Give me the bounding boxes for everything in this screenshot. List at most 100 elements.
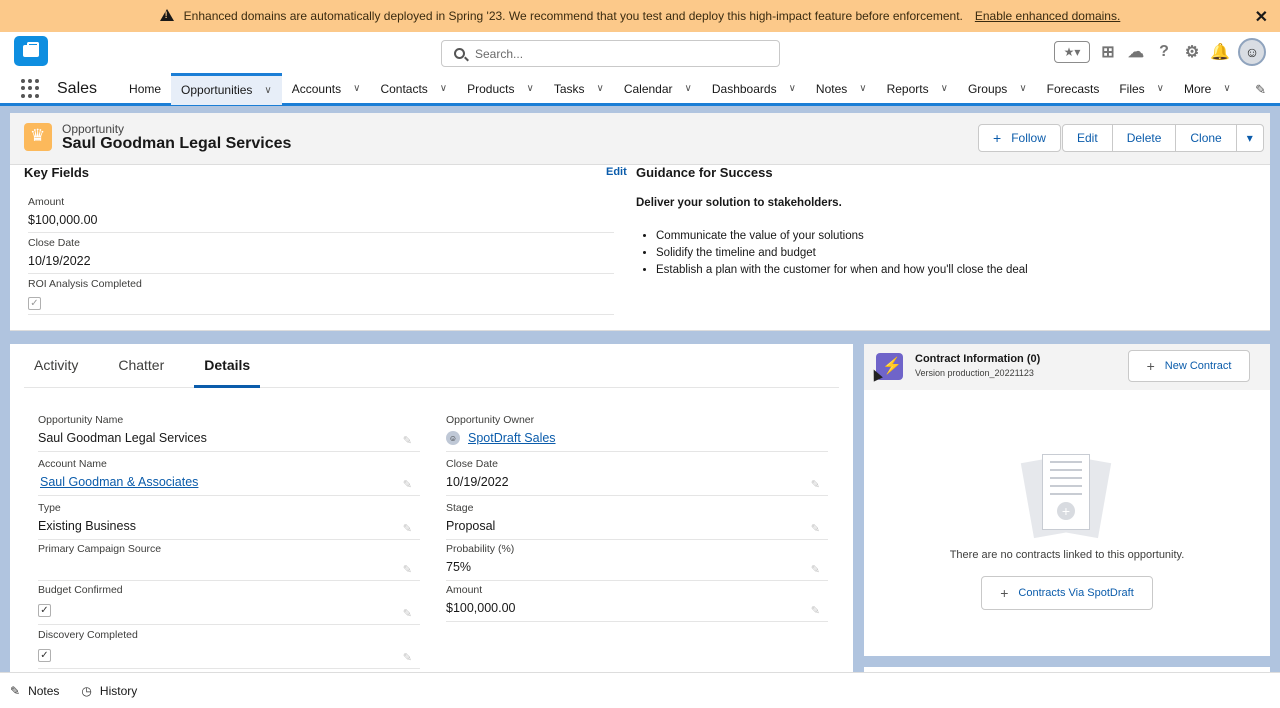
- key-fields-edit-link[interactable]: Edit: [606, 166, 627, 178]
- close-date-field: Close Date 10/19/2022 ✎: [446, 458, 828, 496]
- chevron-down-icon[interactable]: ∨: [859, 83, 866, 94]
- contract-card-version: Version production_20221123: [915, 368, 1034, 378]
- edit-pencil-icon[interactable]: ✎: [403, 522, 412, 535]
- nav-item-label: Forecasts: [1046, 81, 1100, 96]
- edit-pencil-icon[interactable]: ✎: [811, 478, 820, 491]
- edit-pencil-icon[interactable]: ✎: [403, 651, 412, 664]
- notes-icon: ✎: [10, 683, 21, 698]
- search-icon: [454, 48, 465, 59]
- nav-item-dashboards[interactable]: Dashboards ∨: [702, 73, 806, 105]
- nav-item-forecasts[interactable]: Forecasts: [1037, 73, 1110, 105]
- plus-icon: +: [993, 130, 1002, 146]
- record-tabs: Activity Chatter Details: [24, 357, 839, 388]
- history-clock-icon: ◷: [81, 683, 92, 698]
- edit-pencil-icon[interactable]: ✎: [403, 478, 412, 491]
- owner-avatar-icon: ☺: [446, 431, 460, 445]
- utility-history-button[interactable]: ◷ History: [81, 684, 137, 698]
- bell-icon[interactable]: 🔔: [1210, 42, 1230, 62]
- nav-item-reports[interactable]: Reports ∨: [877, 73, 958, 105]
- user-avatar[interactable]: ☺: [1238, 38, 1266, 66]
- follow-button[interactable]: + Follow: [978, 124, 1061, 152]
- chevron-down-icon[interactable]: ∨: [941, 83, 948, 94]
- more-actions-chevron-down-icon[interactable]: ▾: [1235, 124, 1264, 152]
- owner-link[interactable]: SpotDraft Sales: [468, 431, 556, 445]
- delete-button[interactable]: Delete: [1111, 124, 1177, 152]
- nav-item-contacts[interactable]: Contacts ∨: [370, 73, 457, 105]
- nav-item-tasks[interactable]: Tasks ∨: [544, 73, 614, 105]
- edit-nav-pencil-icon[interactable]: ✎: [1255, 82, 1266, 98]
- key-fields-title: Key Fields: [24, 165, 90, 180]
- setup-icon[interactable]: ⚙: [1182, 42, 1202, 62]
- guidance-title: Guidance for Success: [636, 165, 773, 180]
- contracts-via-spotdraft-button[interactable]: + Contracts Via SpotDraft: [981, 576, 1153, 610]
- no-contracts-message: There are no contracts linked to this op…: [949, 549, 1185, 561]
- warning-icon: [159, 9, 174, 23]
- tab-chatter[interactable]: Chatter: [108, 357, 174, 388]
- kf-amount-field: Amount $100,000.00: [28, 196, 614, 233]
- type-field: Type Existing Business ✎: [38, 502, 420, 540]
- chevron-down-icon[interactable]: ∨: [789, 83, 796, 94]
- guidance-list: Communicate the value of your solutions …: [656, 230, 1028, 281]
- banner-close-icon[interactable]: ✕: [1255, 7, 1268, 27]
- favorites-icon[interactable]: ★▾: [1054, 41, 1090, 63]
- nav-item-groups[interactable]: Groups ∨: [958, 73, 1037, 105]
- contract-card-title: Contract Information (0): [915, 353, 1041, 365]
- nav-item-notes[interactable]: Notes ∨: [806, 73, 877, 105]
- amount-field: Amount $100,000.00 ✎: [446, 584, 828, 622]
- chevron-down-icon[interactable]: ∨: [264, 85, 271, 96]
- chevron-down-icon[interactable]: ∨: [526, 83, 533, 94]
- chevron-down-icon[interactable]: ∨: [440, 83, 447, 94]
- edit-pencil-icon[interactable]: ✎: [403, 434, 412, 447]
- edit-pencil-icon[interactable]: ✎: [811, 604, 820, 617]
- nav-item-more[interactable]: More ∨: [1174, 73, 1241, 105]
- edit-pencil-icon[interactable]: ✎: [811, 563, 820, 576]
- nav-item-calendar[interactable]: Calendar ∨: [614, 73, 702, 105]
- nav-item-label: Calendar: [623, 81, 673, 96]
- chevron-down-icon[interactable]: ∨: [353, 83, 360, 94]
- guidance-subtitle: Deliver your solution to stakeholders.: [636, 197, 842, 209]
- edit-pencil-icon[interactable]: ✎: [403, 607, 412, 620]
- edit-pencil-icon[interactable]: ✎: [811, 522, 820, 535]
- global-search-input[interactable]: Search...: [441, 40, 780, 67]
- nav-item-accounts[interactable]: Accounts ∨: [282, 73, 371, 105]
- nav-item-files[interactable]: Files ∨: [1109, 73, 1174, 105]
- global-header: Search... ★▾ ⊞ ☁ ? ⚙ 🔔 ☺: [0, 32, 1280, 74]
- add-icon[interactable]: ⊞: [1098, 42, 1118, 62]
- app-name: Sales: [57, 79, 98, 97]
- chevron-down-icon[interactable]: ∨: [685, 83, 692, 94]
- app-navigation-bar: Sales Home Opportunities ∨ Accounts ∨ Contact…: [0, 72, 1280, 106]
- nav-item-label: Home: [129, 81, 162, 96]
- budget-confirmed-checkbox: ✓: [38, 604, 51, 617]
- banner-message: Enhanced domains are automatically deplo…: [183, 9, 963, 23]
- nav-item-opportunities[interactable]: Opportunities ∨: [171, 72, 282, 105]
- tab-activity[interactable]: Activity: [24, 357, 88, 388]
- edit-pencil-icon[interactable]: ✎: [403, 563, 412, 576]
- salesforce-logo[interactable]: [14, 36, 48, 66]
- chevron-down-icon[interactable]: ∨: [1223, 83, 1230, 94]
- trailhead-icon[interactable]: ☁: [1126, 42, 1146, 62]
- chevron-down-icon[interactable]: ∨: [1019, 83, 1026, 94]
- clone-button[interactable]: Clone: [1175, 124, 1237, 152]
- utility-bar: ✎ Notes ◷ History: [0, 672, 1280, 708]
- primary-campaign-source-field: Primary Campaign Source ✎: [38, 543, 420, 581]
- chevron-down-icon[interactable]: ∨: [1157, 83, 1164, 94]
- help-icon[interactable]: ?: [1154, 42, 1174, 62]
- new-contract-button[interactable]: + New Contract: [1128, 350, 1250, 382]
- nav-item-products[interactable]: Products ∨: [457, 73, 544, 105]
- opportunity-name-field: Opportunity Name Saul Goodman Legal Serv…: [38, 414, 420, 452]
- edit-button[interactable]: Edit: [1062, 124, 1113, 152]
- nav-item-label: More: [1184, 81, 1212, 96]
- contract-card-header: Contract Information (0) Version product…: [864, 344, 1270, 390]
- kf-roi-field: ROI Analysis Completed ✓: [28, 278, 614, 315]
- nav-item-label: Dashboards: [711, 81, 777, 96]
- nav-item-home[interactable]: Home: [119, 73, 171, 105]
- tab-details[interactable]: Details: [194, 357, 261, 388]
- utility-notes-button[interactable]: ✎ Notes: [10, 684, 59, 698]
- account-link[interactable]: Saul Goodman & Associates: [40, 475, 198, 489]
- probability-field: Probability (%) 75% ✎: [446, 543, 828, 581]
- enable-enhanced-domains-link[interactable]: Enable enhanced domains.: [975, 9, 1120, 23]
- opportunity-crown-icon: [24, 123, 52, 151]
- chevron-down-icon[interactable]: ∨: [597, 83, 604, 94]
- app-launcher-icon[interactable]: [21, 78, 41, 99]
- nav-item-label: Groups: [967, 81, 1008, 96]
